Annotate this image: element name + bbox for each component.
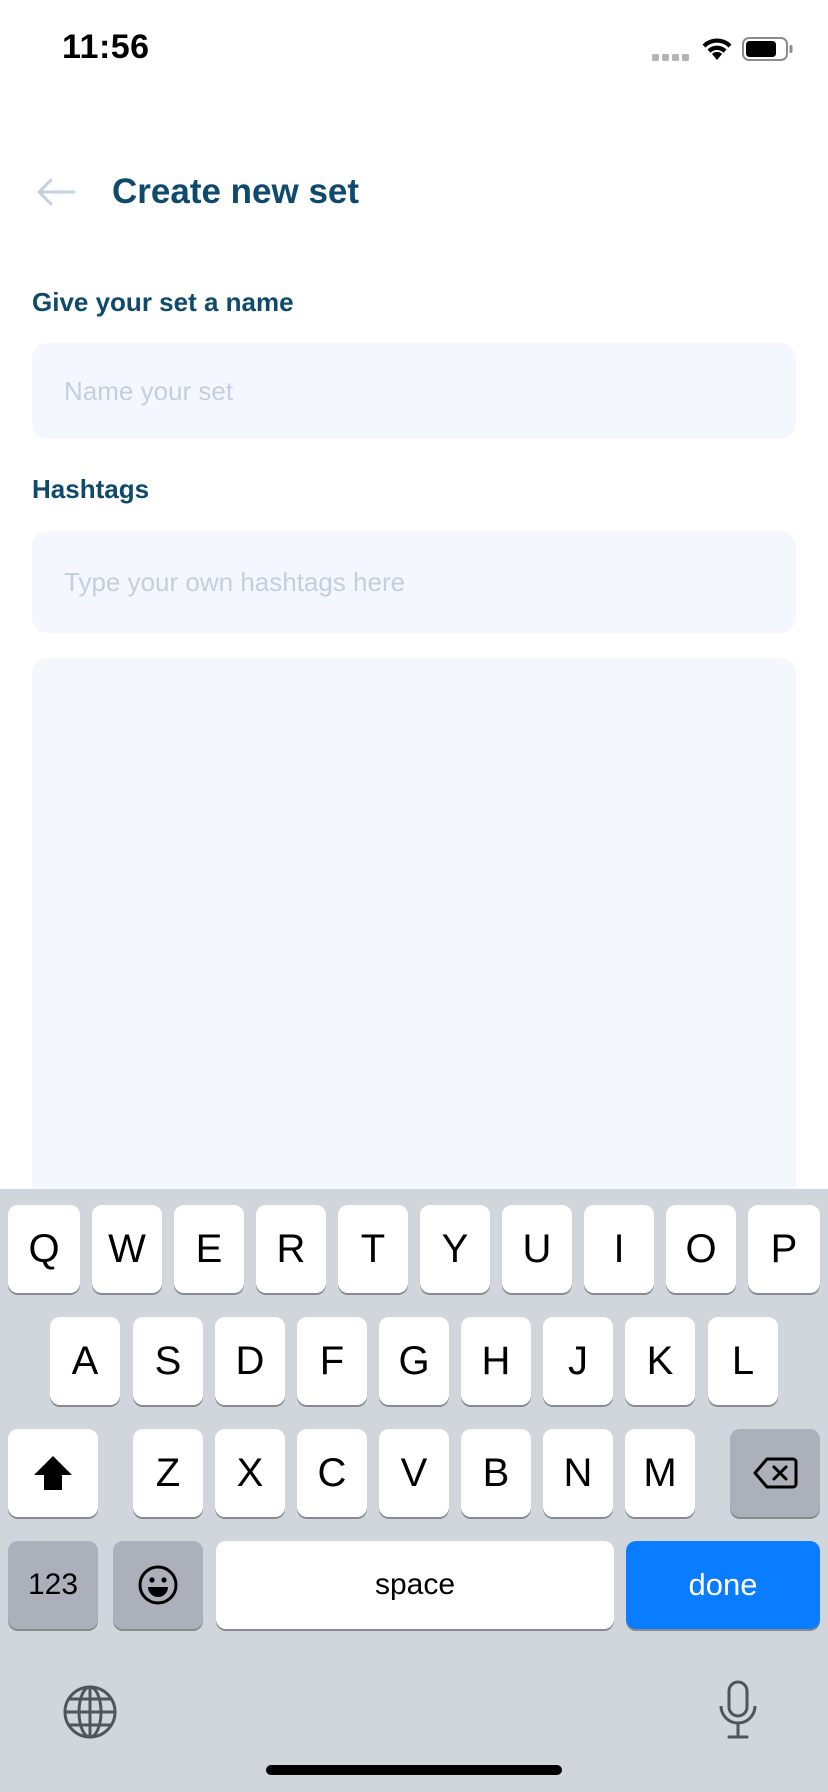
key-c[interactable]: C	[297, 1429, 367, 1517]
globe-icon[interactable]	[62, 1684, 118, 1740]
key-t[interactable]: T	[338, 1205, 408, 1293]
key-j[interactable]: J	[543, 1317, 613, 1405]
key-i[interactable]: I	[584, 1205, 654, 1293]
shift-key[interactable]	[8, 1429, 98, 1517]
key-e[interactable]: E	[174, 1205, 244, 1293]
home-indicator	[266, 1765, 562, 1775]
key-x[interactable]: X	[215, 1429, 285, 1517]
hashtags-label: Hashtags	[32, 474, 150, 504]
backspace-key[interactable]	[730, 1429, 820, 1517]
page-title: Create new set	[112, 172, 360, 211]
key-m[interactable]: M	[625, 1429, 695, 1517]
key-s[interactable]: S	[133, 1317, 203, 1405]
hashtags-list-area	[32, 658, 796, 1218]
microphone-icon[interactable]	[716, 1680, 760, 1740]
done-key[interactable]: done	[626, 1541, 820, 1629]
emoji-icon	[138, 1565, 178, 1605]
arrow-left-icon	[37, 178, 76, 206]
key-k[interactable]: K	[625, 1317, 695, 1405]
back-button[interactable]	[28, 166, 84, 218]
key-n[interactable]: N	[543, 1429, 613, 1517]
space-key[interactable]: space	[216, 1541, 614, 1629]
set-name-input[interactable]	[32, 343, 796, 439]
status-bar: 11:56	[0, 0, 828, 100]
backspace-icon	[753, 1457, 798, 1489]
key-h[interactable]: H	[461, 1317, 531, 1405]
key-z[interactable]: Z	[133, 1429, 203, 1517]
shift-icon	[34, 1456, 72, 1490]
emoji-key[interactable]	[113, 1541, 203, 1629]
wifi-icon	[702, 38, 732, 60]
battery-icon	[742, 37, 793, 61]
key-v[interactable]: V	[379, 1429, 449, 1517]
cellular-signal-icon	[652, 54, 689, 61]
key-u[interactable]: U	[502, 1205, 572, 1293]
key-y[interactable]: Y	[420, 1205, 490, 1293]
status-time: 11:56	[62, 28, 150, 66]
key-q[interactable]: Q	[8, 1205, 80, 1293]
key-d[interactable]: D	[215, 1317, 285, 1405]
hashtags-input[interactable]	[32, 531, 796, 633]
numbers-key[interactable]: 123	[8, 1541, 98, 1629]
on-screen-keyboard: Q W E R T Y U I O P A S D F G H J K L Z …	[0, 1189, 828, 1792]
key-p[interactable]: P	[748, 1205, 820, 1293]
key-o[interactable]: O	[666, 1205, 736, 1293]
key-b[interactable]: B	[461, 1429, 531, 1517]
key-w[interactable]: W	[92, 1205, 162, 1293]
key-a[interactable]: A	[50, 1317, 120, 1405]
set-name-label: Give your set a name	[32, 287, 294, 317]
key-f[interactable]: F	[297, 1317, 367, 1405]
key-l[interactable]: L	[708, 1317, 778, 1405]
key-g[interactable]: G	[379, 1317, 449, 1405]
key-r[interactable]: R	[256, 1205, 326, 1293]
